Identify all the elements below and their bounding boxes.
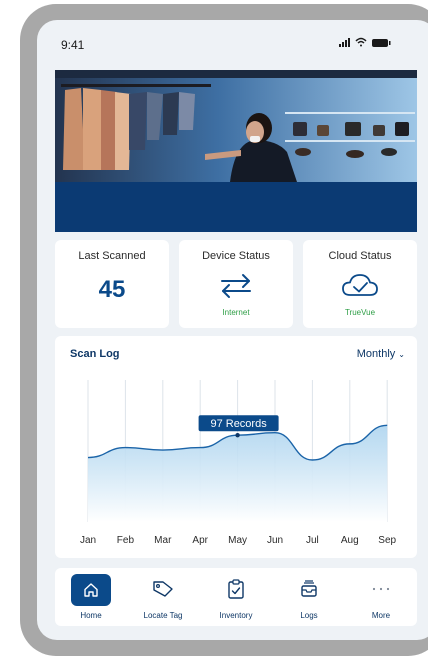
series-area xyxy=(88,425,388,522)
device-status-card[interactable]: Device Status Internet xyxy=(179,240,293,328)
x-tick-label: Aug xyxy=(341,535,359,546)
hero-banner xyxy=(55,70,417,232)
status-time: 9:41 xyxy=(61,38,85,52)
tooltip-label: 97 Records xyxy=(210,418,267,430)
x-tick-label: Jun xyxy=(267,535,283,546)
wifi-icon xyxy=(355,37,367,47)
nav-inventory-label: Inventory xyxy=(219,611,253,620)
last-scanned-label: Last Scanned xyxy=(78,250,146,262)
x-tick-label: Sep xyxy=(378,535,396,546)
transfer-arrows-icon xyxy=(221,274,251,298)
cloud-check-icon xyxy=(342,274,378,296)
device-status-value: Internet xyxy=(222,308,250,317)
store-scanning-photo xyxy=(55,70,417,182)
nav-locate-tag[interactable]: Locate Tag xyxy=(127,568,199,626)
signal-icon xyxy=(339,38,350,47)
x-tick-label: Jul xyxy=(306,535,319,546)
x-tick-label: Mar xyxy=(154,535,172,546)
x-tick-label: May xyxy=(228,535,247,546)
more-dots-icon xyxy=(368,576,394,602)
nav-logs[interactable]: Logs xyxy=(273,568,345,626)
nav-more-label: More xyxy=(371,611,391,620)
x-tick-label: Jan xyxy=(80,535,96,546)
app-screen: 9:41 Last Scanned 45 Device Status Inter… xyxy=(37,20,428,640)
nav-logs-label: Logs xyxy=(300,611,318,620)
nav-inventory[interactable]: Inventory xyxy=(200,568,272,626)
nav-home[interactable]: Home xyxy=(55,568,127,626)
inbox-tray-icon xyxy=(296,576,322,602)
status-bar: 9:41 xyxy=(37,20,428,60)
cloud-status-label: Cloud Status xyxy=(328,250,392,262)
x-tick-label: Apr xyxy=(192,535,208,546)
tag-icon xyxy=(150,576,176,602)
status-cards: Last Scanned 45 Device Status Internet C… xyxy=(55,240,417,328)
nav-more[interactable]: More xyxy=(345,568,417,626)
scan-log-chart: 97 Records Jan Feb Mar Apr May Jun Jul Aug Sep xyxy=(80,380,397,546)
device-status-label: Device Status xyxy=(202,250,270,262)
cloud-status-value: TrueVue xyxy=(344,308,376,317)
scan-log-card: Scan Log Monthly ⌄ 97 Records Jan Feb Mar Apr… xyxy=(55,336,417,558)
last-scanned-card[interactable]: Last Scanned 45 xyxy=(55,240,169,328)
battery-icon xyxy=(372,39,391,47)
home-icon xyxy=(71,574,111,606)
highlight-point xyxy=(235,433,240,438)
clipboard-icon xyxy=(223,576,249,602)
nav-locate-tag-label: Locate Tag xyxy=(143,611,183,620)
last-scanned-value: 45 xyxy=(98,276,126,303)
status-icons xyxy=(339,37,391,47)
bottom-navigation: Home Locate Tag Inventory Logs More xyxy=(55,568,417,626)
x-tick-label: Feb xyxy=(117,535,135,546)
nav-home-label: Home xyxy=(80,611,102,620)
cloud-status-card[interactable]: Cloud Status TrueVue xyxy=(303,240,417,328)
